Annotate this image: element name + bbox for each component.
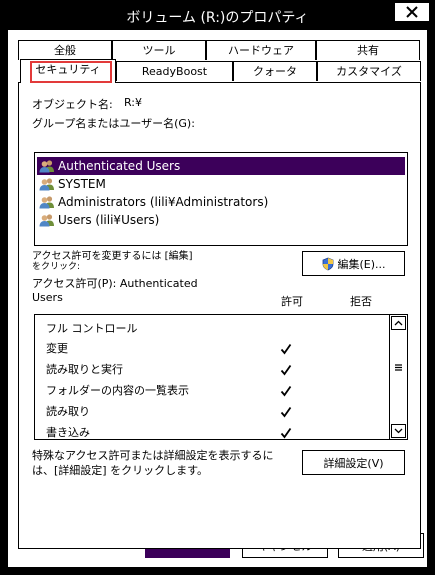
allow-check-icon — [280, 427, 292, 439]
chevron-down-icon — [394, 428, 403, 434]
advanced-hint: 特殊なアクセス許可または詳細設定を表示するに は、[詳細設定] をクリックします… — [32, 448, 273, 478]
edit-button[interactable]: 編集(E)... — [302, 251, 405, 276]
tab-tools[interactable]: ツール — [112, 40, 206, 60]
permissions-label-line2: Users — [32, 291, 63, 304]
permission-row[interactable]: 書き込み — [46, 423, 386, 439]
list-item-label: SYSTEM — [58, 177, 106, 191]
close-button[interactable] — [395, 3, 429, 21]
close-icon — [406, 6, 418, 18]
allow-check-icon — [280, 385, 292, 397]
window-title: ボリューム (R:)のプロパティ — [126, 10, 309, 26]
scroll-down-button[interactable] — [391, 424, 406, 438]
list-item[interactable]: Authenticated Users — [37, 157, 405, 175]
users-listbox[interactable]: Authenticated Users SYSTEM Administrators … — [34, 152, 408, 246]
permissions-scrollbar[interactable] — [389, 315, 407, 439]
list-item[interactable]: Administrators (lili¥Administrators) — [37, 193, 405, 211]
advanced-button[interactable]: 詳細設定(V) — [302, 450, 405, 475]
grip-icon — [394, 363, 402, 371]
title-bar[interactable]: ボリューム (R:)のプロパティ — [0, 0, 435, 30]
tab-quota[interactable]: クォータ — [233, 61, 317, 81]
allow-check-icon — [280, 343, 292, 355]
permission-label: フォルダーの内容の一覧表示 — [46, 384, 189, 397]
change-hint-line1: アクセス許可を変更するには [編集] — [32, 251, 193, 262]
change-hint-line2: をクリック: — [32, 262, 81, 272]
change-hint: アクセス許可を変更するには [編集] をクリック: — [32, 251, 192, 273]
edit-button-label: 編集(E)... — [337, 257, 386, 271]
tab-hardware[interactable]: ハードウェア — [206, 40, 316, 60]
users-icon — [39, 160, 54, 173]
object-name-value: R:¥ — [124, 96, 143, 109]
permission-label: 書き込み — [46, 426, 90, 439]
list-item[interactable]: Users (lili¥Users) — [37, 211, 405, 229]
scroll-up-button[interactable] — [391, 316, 406, 330]
tab-readyboost[interactable]: ReadyBoost — [116, 61, 233, 81]
permission-row[interactable]: フル コントロール — [46, 319, 386, 339]
advanced-hint-line2: は、[詳細設定] をクリックします。 — [32, 464, 208, 477]
permission-label: 変更 — [46, 342, 68, 355]
groups-label: グループ名またはユーザー名(G): — [32, 117, 195, 130]
permission-label: 読み取りと実行 — [46, 363, 123, 376]
permission-label: 読み取り — [46, 405, 90, 418]
permissions-label-line1: アクセス許可(P): Authenticated — [32, 277, 198, 290]
tab-general[interactable]: 全般 — [18, 40, 112, 60]
users-icon — [39, 214, 54, 227]
permission-row[interactable]: 読み取りと実行 — [46, 360, 386, 380]
scroll-thumb[interactable] — [392, 360, 404, 374]
list-item-label: Authenticated Users — [58, 159, 181, 173]
deny-header: 拒否 — [350, 295, 372, 308]
object-name-label: オブジェクト名: — [32, 98, 113, 111]
allow-check-icon — [280, 364, 292, 376]
permission-row[interactable]: 読み取り — [46, 402, 386, 422]
security-panel: オブジェクト名: R:¥ グループ名またはユーザー名(G): Authentic… — [18, 82, 421, 549]
list-item-label: Administrators (lili¥Administrators) — [58, 195, 269, 209]
permission-label: フル コントロール — [46, 322, 138, 335]
permissions-label: アクセス許可(P): Authenticated Users — [32, 277, 198, 305]
users-icon — [39, 196, 54, 209]
advanced-hint-line1: 特殊なアクセス許可または詳細設定を表示するに — [32, 449, 274, 462]
properties-window: ボリューム (R:)のプロパティ 全般 ツール ハードウェア 共有 セキュリティ… — [0, 0, 435, 575]
users-icon — [39, 178, 54, 191]
tab-customize[interactable]: カスタマイズ — [317, 61, 421, 81]
allow-header: 許可 — [281, 295, 303, 308]
permissions-list: フル コントロール 変更読み取りと実行フォルダーの内容の一覧表示 読み取り書き込み — [34, 314, 408, 440]
chevron-up-icon — [394, 320, 403, 326]
permission-row[interactable]: 変更 — [46, 339, 386, 359]
allow-check-icon — [280, 406, 292, 418]
tab-sharing[interactable]: 共有 — [316, 40, 420, 60]
permission-row[interactable]: フォルダーの内容の一覧表示 — [46, 381, 386, 401]
shield-icon — [323, 257, 334, 270]
tab-security[interactable]: セキュリティ — [20, 59, 116, 83]
list-item-label: Users (lili¥Users) — [58, 213, 160, 227]
list-item[interactable]: SYSTEM — [37, 175, 405, 193]
dialog-client: 全般 ツール ハードウェア 共有 セキュリティ ReadyBoost クォータ … — [8, 30, 427, 567]
